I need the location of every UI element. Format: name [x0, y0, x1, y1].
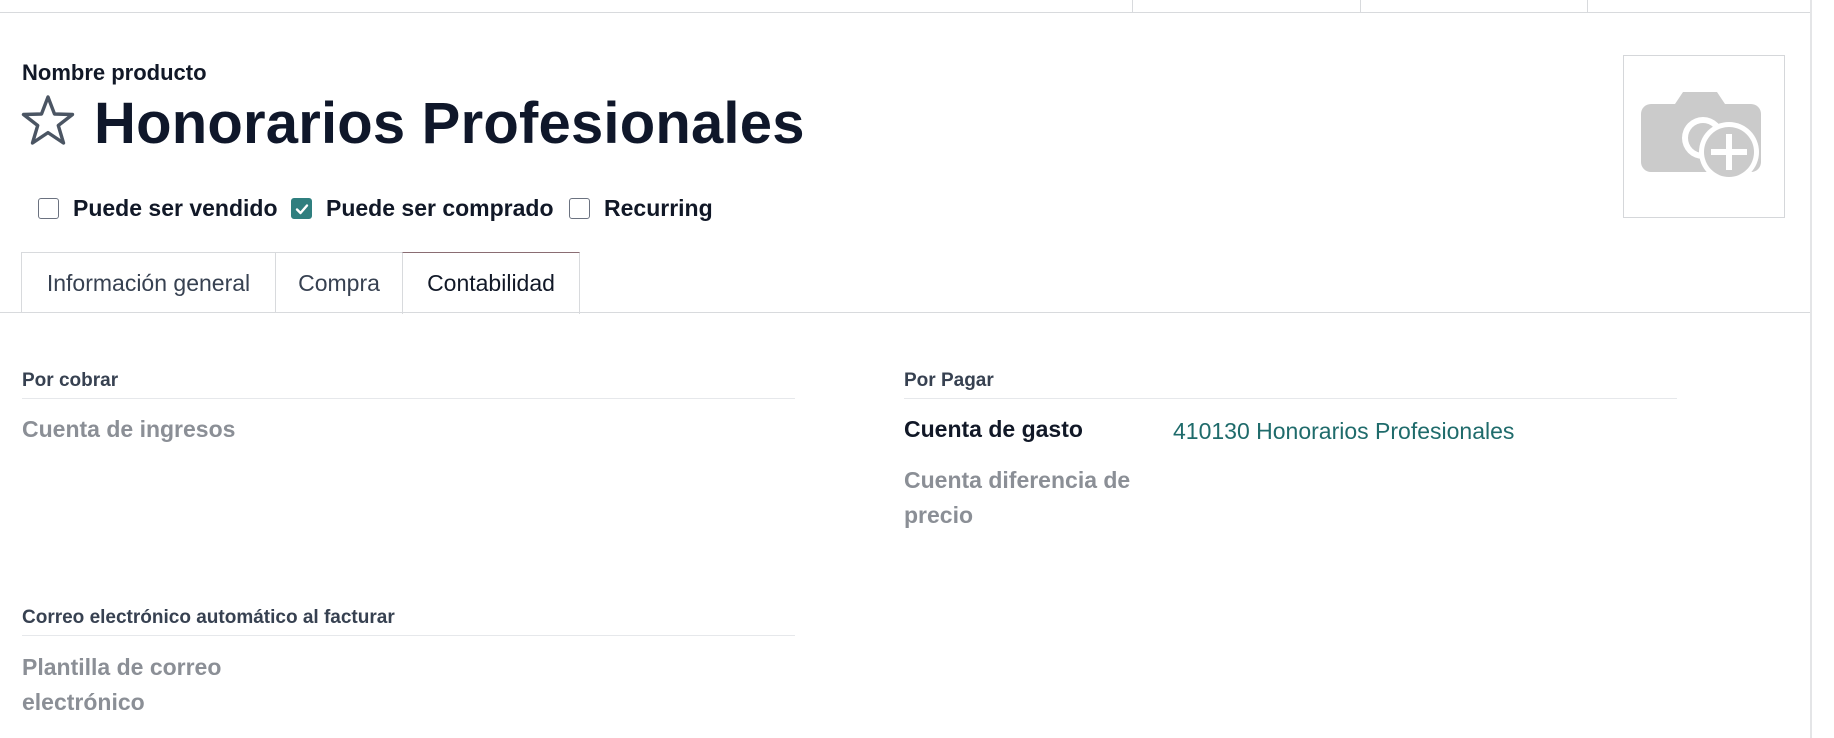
checkbox-box[interactable] [291, 198, 312, 219]
section-divider [904, 398, 1677, 399]
email-template-label: Plantilla de correo electrónico [22, 650, 221, 720]
label-line: precio [904, 502, 974, 528]
section-divider [22, 635, 795, 636]
expense-account-value[interactable]: 410130 Honorarios Profesionales [1173, 418, 1514, 445]
product-name-label: Nombre producto [22, 60, 207, 85]
recurring-checkbox[interactable]: Recurring [569, 195, 713, 222]
can-be-purchased-checkbox[interactable]: Puede ser comprado [291, 195, 554, 222]
star-outline-icon[interactable] [20, 94, 76, 148]
checkmark-icon [295, 203, 308, 214]
tab-compra[interactable]: Compra [275, 252, 403, 313]
auto-email-section-title: Correo electrónico automático al factura… [22, 607, 395, 628]
camera-plus-icon [1641, 91, 1761, 182]
tab-contabilidad[interactable]: Contabilidad [402, 252, 580, 314]
payable-section-title: Por Pagar [904, 370, 994, 391]
product-title[interactable]: Honorarios Profesionales [94, 90, 805, 157]
product-image-upload[interactable] [1623, 55, 1785, 218]
toolbar-separator [1132, 0, 1133, 12]
expense-account-label: Cuenta de gasto [904, 416, 1083, 442]
recurring-label: Recurring [604, 195, 713, 221]
can-be-purchased-label: Puede ser comprado [326, 195, 554, 221]
receivable-section-title: Por cobrar [22, 370, 119, 391]
checkbox-box[interactable] [38, 198, 59, 219]
label-line: Cuenta diferencia de [904, 467, 1131, 493]
can-be-sold-label: Puede ser vendido [73, 195, 278, 221]
top-toolbar-strip [0, 0, 1810, 13]
label-line: electrónico [22, 689, 145, 715]
checkbox-box[interactable] [569, 198, 590, 219]
tabs-divider [0, 312, 1810, 313]
income-account-label: Cuenta de ingresos [22, 416, 236, 442]
scrollbar[interactable] [1810, 0, 1834, 738]
label-line: Plantilla de correo [22, 654, 222, 680]
can-be-sold-checkbox[interactable]: Puede ser vendido [38, 195, 278, 222]
section-divider [22, 398, 795, 399]
price-difference-account-label: Cuenta diferencia de precio [904, 463, 1130, 533]
toolbar-separator [1360, 0, 1361, 12]
toolbar-separator [1587, 0, 1588, 12]
tab-informacion-general[interactable]: Información general [21, 252, 276, 313]
